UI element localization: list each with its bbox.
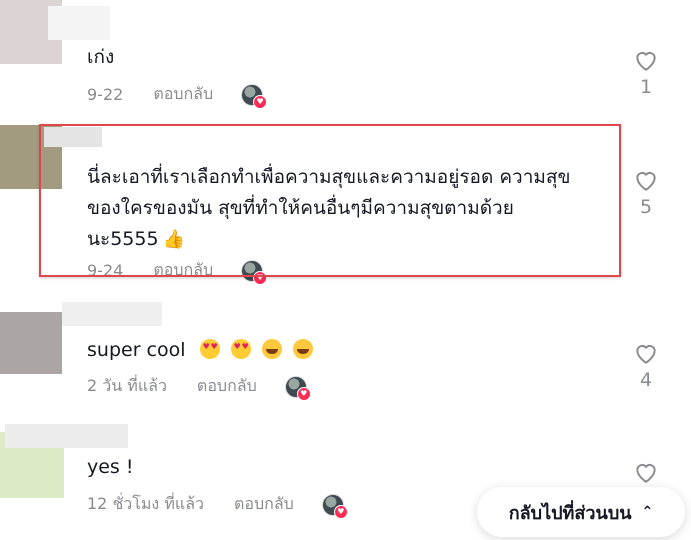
reply-button[interactable]: ตอบกลับ: [234, 492, 294, 517]
like-button[interactable]: 1: [633, 48, 659, 98]
comment-text: super cool ♥ ♥ ♥ ♥: [87, 335, 313, 366]
heart-icon: ♥: [333, 504, 348, 519]
like-button[interactable]: 4: [633, 341, 659, 391]
heart-outline-icon: [636, 464, 656, 483]
username-redacted: [48, 6, 110, 40]
laughing-tears-emoji-icon: [292, 339, 313, 359]
back-to-top-label: กลับไปที่ส่วนบน: [508, 502, 632, 524]
like-button[interactable]: 5: [633, 168, 659, 218]
creator-liked-badge: ♥: [284, 375, 311, 401]
laughing-tears-emoji-icon: [261, 339, 282, 359]
username-redacted: [5, 424, 128, 448]
avatar[interactable]: [0, 312, 62, 374]
username-redacted: [62, 302, 162, 326]
comment-text: เก่ง: [87, 46, 115, 68]
comment-meta: 9-22 ตอบกลับ ♥: [87, 82, 268, 109]
comment-date: 2 วัน ที่แล้ว: [87, 376, 167, 395]
like-count: 4: [639, 369, 653, 391]
like-button[interactable]: [633, 460, 659, 484]
comment-date: 12 ชั่วโมง ที่แล้ว: [87, 494, 204, 513]
heart-outline-icon: [636, 52, 656, 71]
heart-eyes-emoji-icon: ♥ ♥: [230, 339, 251, 359]
like-count: 5: [639, 196, 653, 218]
like-count: 1: [639, 76, 653, 98]
double-chevron-up-icon: ⌃: [641, 504, 654, 520]
heart-outline-icon: [636, 172, 656, 191]
back-to-top-button[interactable]: กลับไปที่ส่วนบน ⌃: [477, 487, 685, 537]
heart-icon: ♥: [253, 94, 268, 109]
reply-button[interactable]: ตอบกลับ: [197, 374, 257, 399]
creator-liked-badge: ♥: [241, 83, 268, 109]
comment-item: เก่ง 9-22 ตอบกลับ ♥ 1: [0, 0, 691, 115]
comment-meta: 2 วัน ที่แล้ว ตอบกลับ ♥: [87, 374, 311, 401]
reply-button[interactable]: ตอบกลับ: [153, 82, 213, 107]
comment-item: super cool ♥ ♥ ♥ ♥ 2 วัน ที่แล้ว ตอบกลับ ♥…: [0, 300, 691, 410]
comment-meta: 12 ชั่วโมง ที่แล้ว ตอบกลับ ♥: [87, 492, 348, 519]
heart-icon: ♥: [296, 386, 311, 401]
creator-liked-badge: ♥: [321, 493, 348, 519]
comment-date: 9-22: [87, 85, 124, 104]
heart-eyes-emoji-icon: ♥ ♥: [199, 339, 220, 359]
heart-outline-icon: [636, 345, 656, 364]
comment-text: yes !: [87, 456, 134, 478]
highlight-box: [39, 124, 621, 277]
